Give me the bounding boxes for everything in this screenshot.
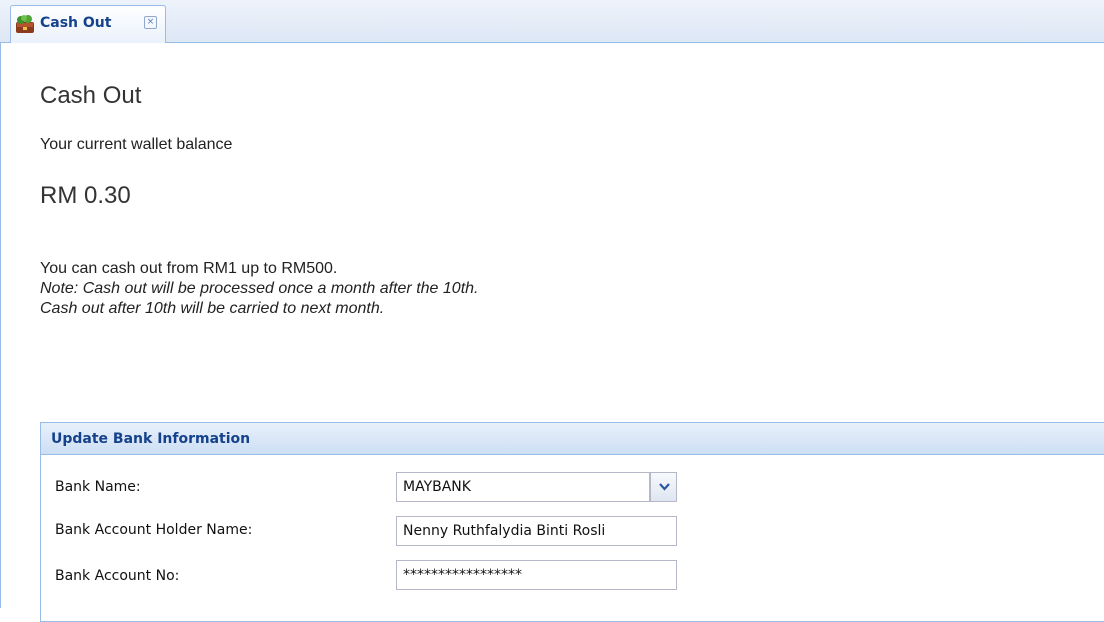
tab-strip: Cash Out × [0, 0, 1104, 50]
holder-name-label: Bank Account Holder Name: [55, 522, 253, 538]
account-no-label: Bank Account No: [55, 568, 180, 584]
tab-cash-out[interactable]: Cash Out × [10, 5, 166, 43]
chevron-down-icon[interactable] [650, 472, 677, 502]
tab-label: Cash Out [40, 15, 112, 31]
bank-name-label: Bank Name: [55, 479, 141, 495]
panel-left-border [0, 43, 1, 608]
cash-out-carry-text: Cash out after 10th will be carried to n… [40, 300, 385, 317]
money-bag-icon [15, 14, 35, 34]
bank-info-panel: Update Bank Information Bank Name: MAYBA… [40, 422, 1104, 622]
close-icon[interactable]: × [144, 16, 157, 29]
page-title: Cash Out [40, 82, 142, 109]
bank-name-select[interactable]: MAYBANK [396, 472, 677, 504]
holder-name-input[interactable]: Nenny Ruthfalydia Binti Rosli [396, 516, 677, 546]
balance-value: RM 0.30 [40, 182, 131, 209]
account-no-input[interactable]: ***************** [396, 560, 677, 590]
cash-out-note-text: Note: Cash out will be processed once a … [40, 280, 479, 297]
bank-name-value[interactable]: MAYBANK [396, 472, 650, 502]
bank-info-panel-header: Update Bank Information [41, 423, 1104, 455]
bank-info-panel-title: Update Bank Information [51, 431, 251, 447]
balance-label: Your current wallet balance [40, 136, 233, 153]
cash-out-limit-text: You can cash out from RM1 up to RM500. [40, 260, 338, 277]
